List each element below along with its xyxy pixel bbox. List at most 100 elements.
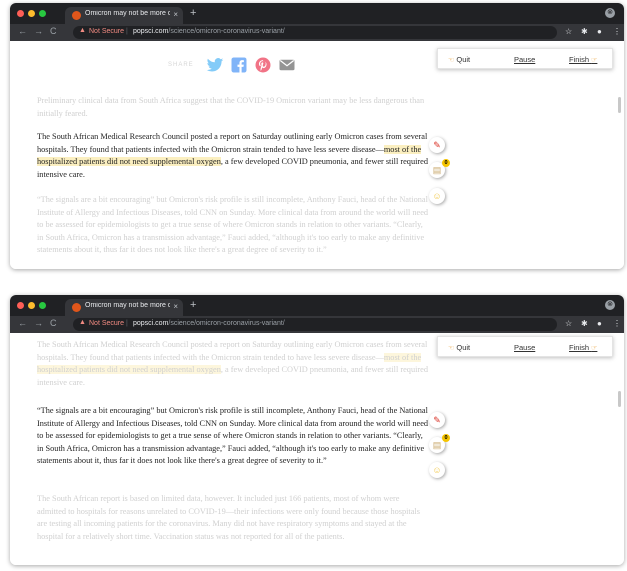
url-path: /science/omicron-coronavirus-variant/ xyxy=(168,320,285,327)
hand-pointer-icon: ☞ xyxy=(591,57,598,64)
tab-close-icon[interactable]: × xyxy=(173,302,178,311)
url-text[interactable]: popsci.com/science/omicron-coronavirus-v… xyxy=(133,28,285,35)
not-secure-label[interactable]: Not Secure xyxy=(89,320,124,327)
notes-button[interactable]: ▤ 0 xyxy=(429,434,450,453)
maximize-window-button[interactable] xyxy=(39,10,46,17)
pause-button[interactable]: Pause xyxy=(514,343,535,352)
reload-button[interactable]: C xyxy=(50,318,57,328)
reaction-button[interactable]: ☺ xyxy=(429,462,445,478)
quit-label: Quit xyxy=(456,55,471,64)
browser-menu-icon[interactable]: ⋮ xyxy=(613,319,621,328)
article-paragraph-focused: The South African Medical Research Counc… xyxy=(37,131,429,181)
facebook-icon[interactable] xyxy=(230,56,248,74)
forward-button[interactable]: → xyxy=(34,318,43,328)
emoji-icon: ☺ xyxy=(432,191,442,201)
hand-pointer-icon: ☜ xyxy=(448,57,455,64)
article-paragraph: “The signals are a bit encouraging” but … xyxy=(37,194,429,257)
quit-button[interactable]: ☜ Quit xyxy=(448,55,470,64)
article-paragraph: Preliminary clinical data from South Afr… xyxy=(37,96,425,118)
highlight-pen-button[interactable]: ✎ xyxy=(429,412,445,428)
scrollbar-thumb[interactable] xyxy=(618,391,621,407)
cnn-link[interactable]: CNN xyxy=(200,419,218,428)
warning-icon: ▲ xyxy=(79,27,86,34)
notes-button[interactable]: ▤ 0 xyxy=(429,159,450,178)
url-separator: | xyxy=(126,28,128,35)
quit-button[interactable]: ☜ Quit xyxy=(448,343,470,352)
popsci-favicon-icon xyxy=(72,11,81,20)
note-icon: ▤ xyxy=(432,440,442,450)
browser-window-bottom: Omicron may not be more dan × + ⊗ ← → C … xyxy=(10,295,624,565)
browser-tab[interactable]: Omicron may not be more dan × xyxy=(65,299,183,316)
scrollbar-thumb[interactable] xyxy=(618,97,621,113)
share-label: SHARE xyxy=(168,62,194,68)
notes-count-badge: 0 xyxy=(442,434,450,442)
article-paragraph: The South African report is based on lim… xyxy=(37,494,420,541)
popsci-favicon-icon xyxy=(72,303,81,312)
tab-bar: Omicron may not be more dan × + ⊗ xyxy=(10,3,624,24)
screenshot-stage: Omicron may not be more dan × + ⊗ ← → C … xyxy=(0,0,627,571)
extensions-icon[interactable]: ✱ xyxy=(581,319,588,328)
window-menu-icon[interactable]: ⊗ xyxy=(605,300,615,310)
browser-tab[interactable]: Omicron may not be more dan × xyxy=(65,7,183,24)
close-window-button[interactable] xyxy=(17,10,24,17)
hand-pointer-icon: ☜ xyxy=(448,345,455,352)
back-button[interactable]: ← xyxy=(18,26,27,36)
browser-toolbar: ← → C ▲ Not Secure | popsci.com/science/… xyxy=(10,24,624,41)
pause-button[interactable]: Pause xyxy=(514,55,535,64)
new-tab-button[interactable]: + xyxy=(190,299,196,311)
back-button[interactable]: ← xyxy=(18,318,27,328)
browser-menu-icon[interactable]: ⋮ xyxy=(613,27,621,36)
profile-icon[interactable]: ● xyxy=(597,319,602,328)
pen-icon: ✎ xyxy=(433,140,441,150)
url-text[interactable]: popsci.com/science/omicron-coronavirus-v… xyxy=(133,320,285,327)
reader-control-panel: ☜ Quit Pause Finish ☞ xyxy=(437,336,613,357)
minimize-window-button[interactable] xyxy=(28,302,35,309)
address-bar[interactable]: ▲ Not Secure | popsci.com/science/omicro… xyxy=(73,318,557,331)
hand-pointer-icon: ☞ xyxy=(591,345,598,352)
url-separator: | xyxy=(126,320,128,327)
new-tab-button[interactable]: + xyxy=(190,7,196,19)
forward-button[interactable]: → xyxy=(34,26,43,36)
paragraph-text: The South African Medical Research Counc… xyxy=(37,340,428,362)
twitter-icon[interactable] xyxy=(206,56,224,74)
paragraph-text: The South African Medical Research Counc… xyxy=(37,132,428,154)
profile-icon[interactable]: ● xyxy=(597,27,602,36)
quit-label: Quit xyxy=(456,343,471,352)
browser-toolbar: ← → C ▲ Not Secure | popsci.com/science/… xyxy=(10,316,624,333)
notes-count-badge: 0 xyxy=(442,159,450,167)
warning-icon: ▲ xyxy=(79,319,86,326)
url-host: popsci.com xyxy=(133,320,169,327)
close-window-button[interactable] xyxy=(17,302,24,309)
star-icon[interactable]: ☆ xyxy=(565,319,572,328)
email-icon[interactable] xyxy=(278,56,296,74)
emoji-icon: ☺ xyxy=(432,465,442,475)
reaction-button[interactable]: ☺ xyxy=(429,188,445,204)
highlight-pen-button[interactable]: ✎ xyxy=(429,137,445,153)
reload-button[interactable]: C xyxy=(50,26,57,36)
window-menu-icon[interactable]: ⊗ xyxy=(605,8,615,18)
tab-title: Omicron may not be more dan xyxy=(85,10,170,17)
pen-icon: ✎ xyxy=(433,415,441,425)
page-content: The South African Medical Research Counc… xyxy=(10,333,624,565)
url-path: /science/omicron-coronavirus-variant/ xyxy=(168,28,285,35)
star-icon[interactable]: ☆ xyxy=(565,27,572,36)
cnn-link[interactable]: CNN xyxy=(200,208,218,217)
tab-close-icon[interactable]: × xyxy=(173,10,178,19)
finish-button[interactable]: Finish ☞ xyxy=(569,55,597,64)
finish-label: Finish xyxy=(569,343,590,352)
maximize-window-button[interactable] xyxy=(39,302,46,309)
article-paragraph: The South African Medical Research Counc… xyxy=(37,339,429,389)
extensions-icon[interactable]: ✱ xyxy=(581,27,588,36)
finish-button[interactable]: Finish ☞ xyxy=(569,343,597,352)
tab-title: Omicron may not be more dan xyxy=(85,302,170,309)
tab-bar: Omicron may not be more dan × + ⊗ xyxy=(10,295,624,316)
note-icon: ▤ xyxy=(432,165,442,175)
browser-window-top: Omicron may not be more dan × + ⊗ ← → C … xyxy=(10,3,624,269)
minimize-window-button[interactable] xyxy=(28,10,35,17)
url-host: popsci.com xyxy=(133,28,169,35)
finish-label: Finish xyxy=(569,55,590,64)
not-secure-label[interactable]: Not Secure xyxy=(89,28,124,35)
pinterest-icon[interactable] xyxy=(254,56,272,74)
address-bar[interactable]: ▲ Not Secure | popsci.com/science/omicro… xyxy=(73,26,557,39)
reader-control-panel: ☜ Quit Pause Finish ☞ xyxy=(437,48,613,69)
